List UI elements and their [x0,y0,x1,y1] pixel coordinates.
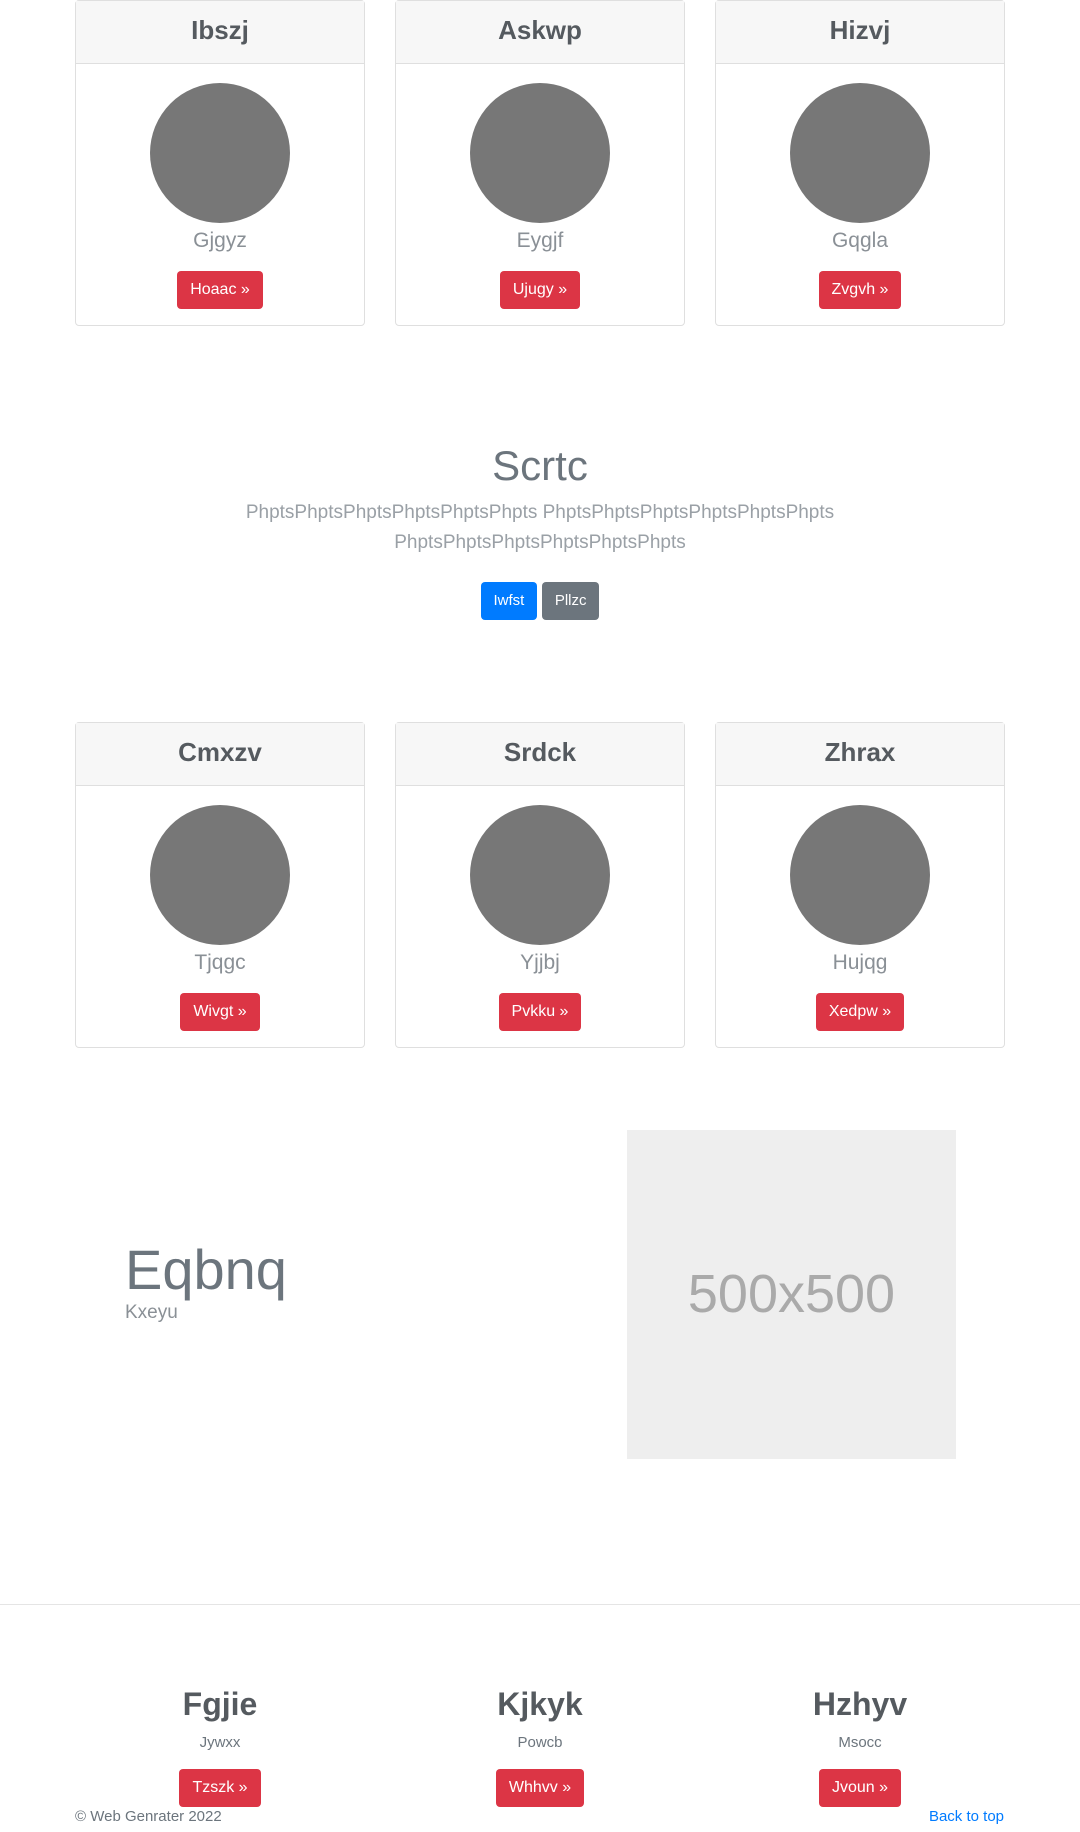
jumbotron: Scrtc PhptsPhptsPhptsPhptsPhptsPhpts Php… [0,438,1080,620]
back-to-top-link[interactable]: Back to top [929,1808,1004,1825]
jumbotron-title: Scrtc [492,442,588,489]
avatar [150,805,290,945]
jumbotron-buttons: Iwfst Pllzc [0,582,1080,620]
avatar [470,805,610,945]
profile-card: Ibszj Gjgyz Hoaac » [75,0,365,326]
card-button[interactable]: Ujugy » [499,271,581,309]
card-subtitle: Gqgla [831,229,889,252]
section-divider [0,1604,1080,1605]
card-title: Hizvj [716,1,1004,64]
secondary-button[interactable]: Pllzc [541,582,600,620]
jumbotron-lead: PhptsPhptsPhptsPhptsPhptsPhpts PhptsPhpt… [245,502,835,553]
profile-card: Zhrax Hujqg Xedpw » [715,722,1005,1048]
profile-card: Askwp Eygjf Ujugy » [395,0,685,326]
card-button[interactable]: Xedpw » [815,993,905,1031]
primary-button[interactable]: Iwfst [480,582,538,620]
column-button[interactable]: Jvoun » [818,1769,902,1807]
column-subtitle: Jywxx [199,1734,241,1751]
placeholder-image: 500x500 [627,1130,956,1459]
column-button[interactable]: Whhvv » [495,1769,585,1807]
column-title: Hzhyv [812,1686,908,1722]
card-title: Ibszj [76,1,364,64]
marketing-column: Fgjie Jywxx Tzszk » [75,1680,365,1807]
card-button[interactable]: Hoaac » [177,271,263,309]
card-subtitle: Gjgyz [193,229,247,252]
avatar [790,83,930,223]
card-button[interactable]: Pvkku » [498,993,582,1031]
column-button[interactable]: Tzszk » [179,1769,261,1807]
marketing-column: Hzhyv Msocc Jvoun » [715,1680,1005,1807]
card-title: Zhrax [716,723,1004,786]
avatar [150,83,290,223]
column-title: Kjkyk [497,1686,583,1722]
featurette-heading: Eqbnq [125,1238,287,1301]
card-row-bottom: Cmxzv Tjqgc Wivgt » Srdck Yjjbj Pvkku » … [75,722,1005,1050]
column-subtitle: Powcb [517,1734,563,1751]
profile-card: Hizvj Gqgla Zvgvh » [715,0,1005,326]
column-title: Fgjie [182,1686,258,1722]
column-subtitle: Msocc [838,1734,882,1751]
card-row-top: Ibszj Gjgyz Hoaac » Askwp Eygjf Ujugy » … [75,0,1005,328]
avatar [790,805,930,945]
card-button[interactable]: Zvgvh » [818,271,902,309]
footer-copyright: © Web Genrater 2022 [75,1808,222,1825]
card-button[interactable]: Wivgt » [180,993,260,1031]
card-subtitle: Eygjf [516,229,564,252]
featurette-subheading: Kxeyu [125,1302,178,1323]
card-subtitle: Tjqgc [194,951,246,974]
card-title: Cmxzv [76,723,364,786]
profile-card: Srdck Yjjbj Pvkku » [395,722,685,1048]
avatar [470,83,610,223]
card-title: Askwp [396,1,684,64]
card-subtitle: Hujqg [832,951,888,974]
card-title: Srdck [396,723,684,786]
card-subtitle: Yjjbj [520,951,560,974]
profile-card: Cmxzv Tjqgc Wivgt » [75,722,365,1048]
marketing-column: Kjkyk Powcb Whhvv » [395,1680,685,1807]
